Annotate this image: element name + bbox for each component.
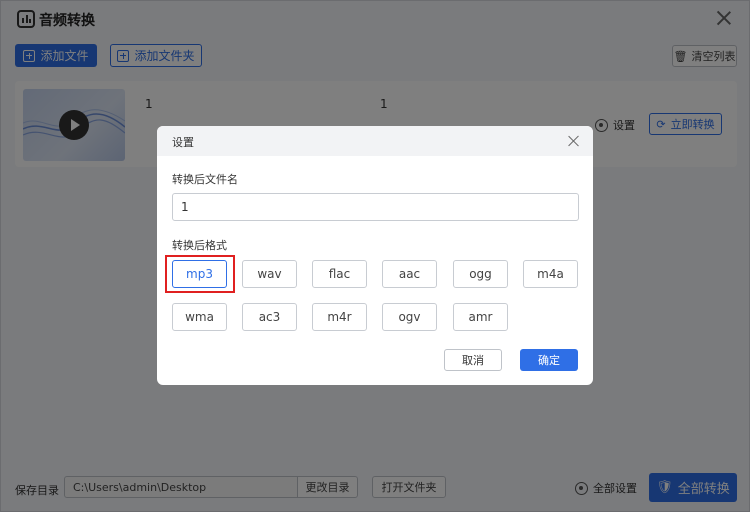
format-option-m4a[interactable]: m4a: [523, 260, 578, 288]
cancel-button[interactable]: 取消: [444, 349, 502, 371]
format-option-aac[interactable]: aac: [382, 260, 437, 288]
confirm-button[interactable]: 确定: [520, 349, 578, 371]
format-option-amr[interactable]: amr: [453, 303, 508, 331]
settings-dialog: 设置 转换后文件名 转换后格式 mp3 wav flac aac ogg m4a…: [157, 126, 593, 385]
format-option-wma[interactable]: wma: [172, 303, 227, 331]
format-option-flac[interactable]: flac: [312, 260, 367, 288]
dialog-header: 设置: [157, 126, 593, 156]
filename-label: 转换后文件名: [172, 173, 238, 186]
format-label: 转换后格式: [172, 239, 227, 252]
format-option-wav[interactable]: wav: [242, 260, 297, 288]
filename-input[interactable]: [172, 193, 579, 221]
format-option-ogv[interactable]: ogv: [382, 303, 437, 331]
format-option-m4r[interactable]: m4r: [312, 303, 367, 331]
format-option-ogg[interactable]: ogg: [453, 260, 508, 288]
format-option-mp3[interactable]: mp3: [172, 260, 227, 288]
dialog-title: 设置: [172, 136, 194, 149]
dialog-close-icon[interactable]: [567, 134, 581, 148]
format-option-ac3[interactable]: ac3: [242, 303, 297, 331]
